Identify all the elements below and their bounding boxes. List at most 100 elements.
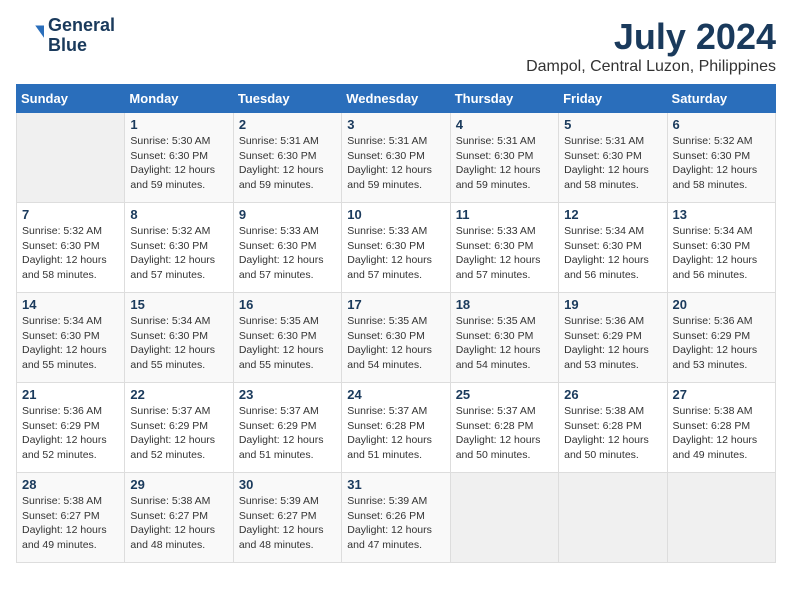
day-info: Sunrise: 5:34 AM Sunset: 6:30 PM Dayligh… — [22, 314, 119, 373]
calendar-cell: 21 Sunrise: 5:36 AM Sunset: 6:29 PM Dayli… — [17, 383, 125, 473]
calendar-week-1: 1 Sunrise: 5:30 AM Sunset: 6:30 PM Daylig… — [17, 113, 776, 203]
day-info: Sunrise: 5:34 AM Sunset: 6:30 PM Dayligh… — [673, 224, 770, 283]
day-number: 12 — [564, 207, 661, 222]
calendar-cell: 7 Sunrise: 5:32 AM Sunset: 6:30 PM Daylig… — [17, 203, 125, 293]
day-info: Sunrise: 5:39 AM Sunset: 6:27 PM Dayligh… — [239, 494, 336, 553]
day-info: Sunrise: 5:34 AM Sunset: 6:30 PM Dayligh… — [130, 314, 227, 373]
calendar-cell — [559, 473, 667, 563]
day-number: 8 — [130, 207, 227, 222]
day-info: Sunrise: 5:35 AM Sunset: 6:30 PM Dayligh… — [456, 314, 553, 373]
day-number: 14 — [22, 297, 119, 312]
day-number: 22 — [130, 387, 227, 402]
day-header-tuesday: Tuesday — [233, 85, 341, 113]
calendar-cell: 3 Sunrise: 5:31 AM Sunset: 6:30 PM Daylig… — [342, 113, 450, 203]
day-number: 7 — [22, 207, 119, 222]
day-number: 20 — [673, 297, 770, 312]
calendar-cell: 1 Sunrise: 5:30 AM Sunset: 6:30 PM Daylig… — [125, 113, 233, 203]
day-number: 6 — [673, 117, 770, 132]
day-info: Sunrise: 5:33 AM Sunset: 6:30 PM Dayligh… — [239, 224, 336, 283]
day-info: Sunrise: 5:32 AM Sunset: 6:30 PM Dayligh… — [22, 224, 119, 283]
day-number: 4 — [456, 117, 553, 132]
month-year: July 2024 — [526, 16, 776, 58]
day-number: 10 — [347, 207, 444, 222]
calendar-cell: 23Sunrise: 5:37 AM Sunset: 6:29 PM Dayli… — [233, 383, 341, 473]
day-info: Sunrise: 5:31 AM Sunset: 6:30 PM Dayligh… — [239, 134, 336, 193]
day-number: 16 — [239, 297, 336, 312]
calendar-cell: 20 Sunrise: 5:36 AM Sunset: 6:29 PM Dayli… — [667, 293, 775, 383]
calendar-cell: 12 Sunrise: 5:34 AM Sunset: 6:30 PM Dayli… — [559, 203, 667, 293]
calendar-cell: 17 Sunrise: 5:35 AM Sunset: 6:30 PM Dayli… — [342, 293, 450, 383]
day-info: Sunrise: 5:38 AM Sunset: 6:28 PM Dayligh… — [673, 404, 770, 463]
day-number: 3 — [347, 117, 444, 132]
day-info: Sunrise: 5:32 AM Sunset: 6:30 PM Dayligh… — [673, 134, 770, 193]
day-info: Sunrise: 5:36 AM Sunset: 6:29 PM Dayligh… — [564, 314, 661, 373]
calendar-week-5: 28Sunrise: 5:38 AM Sunset: 6:27 PM Dayli… — [17, 473, 776, 563]
day-info: Sunrise: 5:33 AM Sunset: 6:30 PM Dayligh… — [456, 224, 553, 283]
day-info: Sunrise: 5:37 AM Sunset: 6:28 PM Dayligh… — [347, 404, 444, 463]
calendar-cell: 8 Sunrise: 5:32 AM Sunset: 6:30 PM Daylig… — [125, 203, 233, 293]
day-info: Sunrise: 5:32 AM Sunset: 6:30 PM Dayligh… — [130, 224, 227, 283]
calendar-cell: 5Sunrise: 5:31 AM Sunset: 6:30 PM Daylig… — [559, 113, 667, 203]
calendar-week-4: 21 Sunrise: 5:36 AM Sunset: 6:29 PM Dayli… — [17, 383, 776, 473]
day-number: 21 — [22, 387, 119, 402]
day-info: Sunrise: 5:31 AM Sunset: 6:30 PM Dayligh… — [456, 134, 553, 193]
day-number: 18 — [456, 297, 553, 312]
day-number: 31 — [347, 477, 444, 492]
day-number: 1 — [130, 117, 227, 132]
calendar-table: SundayMondayTuesdayWednesdayThursdayFrid… — [16, 84, 776, 563]
days-header-row: SundayMondayTuesdayWednesdayThursdayFrid… — [17, 85, 776, 113]
day-info: Sunrise: 5:39 AM Sunset: 6:26 PM Dayligh… — [347, 494, 444, 553]
calendar-cell: 24 Sunrise: 5:37 AM Sunset: 6:28 PM Dayli… — [342, 383, 450, 473]
day-info: Sunrise: 5:34 AM Sunset: 6:30 PM Dayligh… — [564, 224, 661, 283]
day-info: Sunrise: 5:31 AM Sunset: 6:30 PM Dayligh… — [347, 134, 444, 193]
location: Dampol, Central Luzon, Philippines — [526, 58, 776, 76]
day-number: 30 — [239, 477, 336, 492]
calendar-cell: 13Sunrise: 5:34 AM Sunset: 6:30 PM Dayli… — [667, 203, 775, 293]
calendar-cell: 29Sunrise: 5:38 AM Sunset: 6:27 PM Dayli… — [125, 473, 233, 563]
calendar-cell: 31 Sunrise: 5:39 AM Sunset: 6:26 PM Dayli… — [342, 473, 450, 563]
calendar-cell — [450, 473, 558, 563]
logo: General Blue — [16, 16, 115, 56]
calendar-week-2: 7 Sunrise: 5:32 AM Sunset: 6:30 PM Daylig… — [17, 203, 776, 293]
calendar-cell: 9Sunrise: 5:33 AM Sunset: 6:30 PM Daylig… — [233, 203, 341, 293]
day-number: 11 — [456, 207, 553, 222]
day-number: 24 — [347, 387, 444, 402]
title-block: July 2024 Dampol, Central Luzon, Philipp… — [526, 16, 776, 76]
day-info: Sunrise: 5:38 AM Sunset: 6:28 PM Dayligh… — [564, 404, 661, 463]
calendar-cell — [17, 113, 125, 203]
calendar-cell: 25 Sunrise: 5:37 AM Sunset: 6:28 PM Dayli… — [450, 383, 558, 473]
calendar-cell — [667, 473, 775, 563]
day-number: 25 — [456, 387, 553, 402]
day-info: Sunrise: 5:36 AM Sunset: 6:29 PM Dayligh… — [22, 404, 119, 463]
logo-text: General Blue — [48, 16, 115, 56]
day-info: Sunrise: 5:35 AM Sunset: 6:30 PM Dayligh… — [347, 314, 444, 373]
calendar-cell: 6 Sunrise: 5:32 AM Sunset: 6:30 PM Daylig… — [667, 113, 775, 203]
calendar-cell: 30 Sunrise: 5:39 AM Sunset: 6:27 PM Dayli… — [233, 473, 341, 563]
day-info: Sunrise: 5:36 AM Sunset: 6:29 PM Dayligh… — [673, 314, 770, 373]
calendar-cell: 11 Sunrise: 5:33 AM Sunset: 6:30 PM Dayli… — [450, 203, 558, 293]
day-info: Sunrise: 5:33 AM Sunset: 6:30 PM Dayligh… — [347, 224, 444, 283]
day-number: 2 — [239, 117, 336, 132]
calendar-cell: 27 Sunrise: 5:38 AM Sunset: 6:28 PM Dayli… — [667, 383, 775, 473]
calendar-cell: 15Sunrise: 5:34 AM Sunset: 6:30 PM Dayli… — [125, 293, 233, 383]
day-header-saturday: Saturday — [667, 85, 775, 113]
day-header-friday: Friday — [559, 85, 667, 113]
day-info: Sunrise: 5:38 AM Sunset: 6:27 PM Dayligh… — [22, 494, 119, 553]
day-header-thursday: Thursday — [450, 85, 558, 113]
calendar-cell: 2 Sunrise: 5:31 AM Sunset: 6:30 PM Daylig… — [233, 113, 341, 203]
day-number: 23 — [239, 387, 336, 402]
calendar-cell: 18 Sunrise: 5:35 AM Sunset: 6:30 PM Dayli… — [450, 293, 558, 383]
calendar-cell: 19 Sunrise: 5:36 AM Sunset: 6:29 PM Dayli… — [559, 293, 667, 383]
calendar-cell: 28Sunrise: 5:38 AM Sunset: 6:27 PM Dayli… — [17, 473, 125, 563]
day-number: 17 — [347, 297, 444, 312]
calendar-cell: 4 Sunrise: 5:31 AM Sunset: 6:30 PM Daylig… — [450, 113, 558, 203]
day-info: Sunrise: 5:30 AM Sunset: 6:30 PM Dayligh… — [130, 134, 227, 193]
calendar-week-3: 14 Sunrise: 5:34 AM Sunset: 6:30 PM Dayli… — [17, 293, 776, 383]
day-number: 27 — [673, 387, 770, 402]
day-info: Sunrise: 5:37 AM Sunset: 6:28 PM Dayligh… — [456, 404, 553, 463]
day-number: 19 — [564, 297, 661, 312]
calendar-cell: 22Sunrise: 5:37 AM Sunset: 6:29 PM Dayli… — [125, 383, 233, 473]
day-header-sunday: Sunday — [17, 85, 125, 113]
day-info: Sunrise: 5:38 AM Sunset: 6:27 PM Dayligh… — [130, 494, 227, 553]
day-number: 26 — [564, 387, 661, 402]
